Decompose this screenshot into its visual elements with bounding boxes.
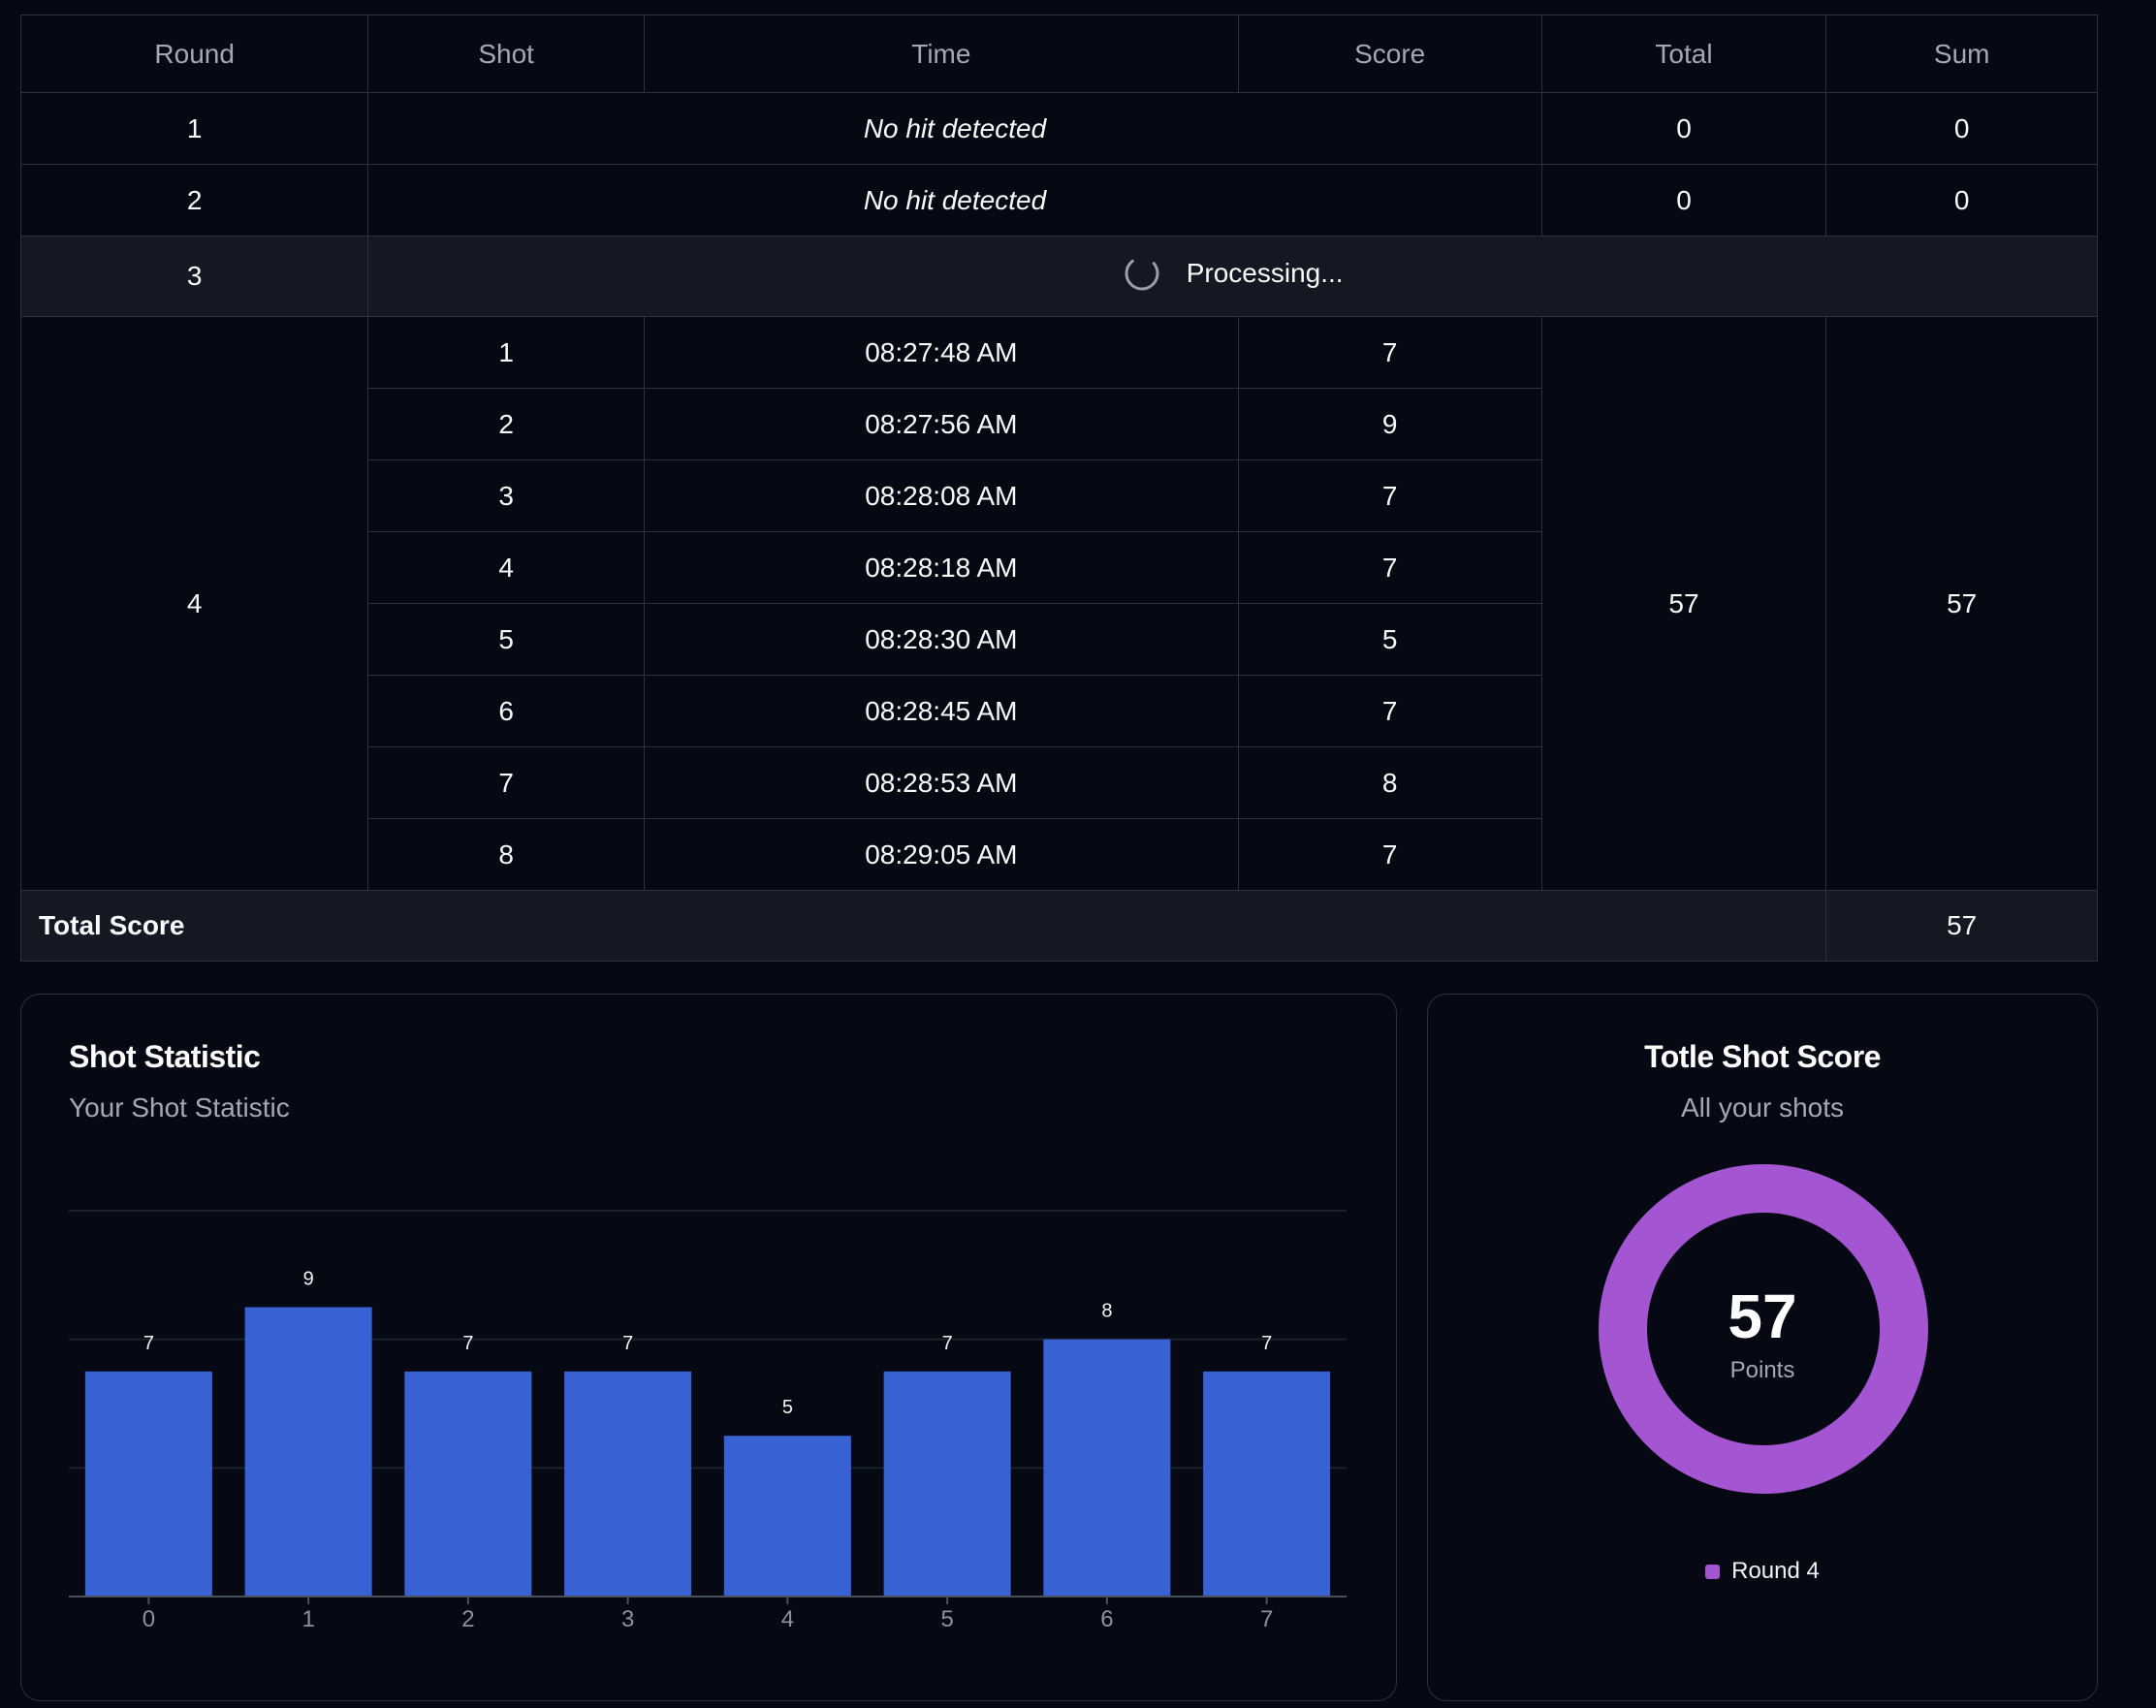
- bar-value-label: 7: [1261, 1333, 1272, 1354]
- bar: [84, 1371, 212, 1597]
- bar-value-label: 8: [1101, 1301, 1112, 1322]
- shot-time: 08:29:05 AM: [644, 818, 1239, 891]
- shot-time: 08:28:53 AM: [644, 746, 1239, 819]
- score-table: Round Shot Time Score Total Sum 1 No hit…: [19, 15, 2098, 962]
- no-hit-message: No hit detected: [367, 92, 1542, 165]
- bar: [404, 1371, 532, 1597]
- x-tick-label: 1: [301, 1606, 314, 1632]
- total-shot-score-header: Totle Shot Score All your shots: [1428, 1039, 2097, 1123]
- shot-score: 7: [1237, 316, 1542, 389]
- shot-score: 5: [1237, 603, 1542, 676]
- bar: [723, 1436, 851, 1597]
- column-header-score[interactable]: Score: [1237, 15, 1542, 93]
- round-sum: 57: [1825, 316, 2098, 891]
- legend-label: Round 4: [1731, 1558, 1820, 1584]
- shot-time: 08:28:30 AM: [644, 603, 1239, 676]
- card-subtitle: All your shots: [1680, 1092, 1845, 1123]
- card-title: Shot Statistic: [69, 1039, 261, 1074]
- processing-indicator: Processing...: [1123, 254, 1344, 293]
- bar: [244, 1307, 372, 1597]
- shot-time: 08:28:08 AM: [644, 459, 1239, 532]
- shot-score: 7: [1237, 675, 1542, 747]
- card-subtitle: Your Shot Statistic: [69, 1092, 290, 1123]
- table-row-processing: 3 Processing...: [19, 236, 2098, 317]
- x-tick-label: 0: [143, 1606, 155, 1632]
- bar: [1203, 1371, 1331, 1597]
- bar: [883, 1371, 1011, 1597]
- donut-legend[interactable]: Round 4: [1428, 1558, 2097, 1585]
- donut-center-label: 57 Points: [1428, 1285, 2097, 1384]
- bar: [1043, 1339, 1171, 1597]
- bar-value-label: 9: [303, 1269, 314, 1290]
- shot-number: 1: [367, 316, 645, 389]
- bar-value-label: 7: [622, 1333, 633, 1354]
- round-total: 0: [1540, 164, 1827, 237]
- x-tick-label: 3: [621, 1606, 634, 1632]
- round-total: 0: [1540, 92, 1827, 165]
- column-header-total[interactable]: Total: [1540, 15, 1827, 93]
- shot-number: 8: [367, 818, 645, 891]
- column-header-shot[interactable]: Shot: [367, 15, 645, 93]
- shot-time: 08:28:18 AM: [644, 531, 1239, 604]
- round-total: 57: [1540, 316, 1827, 891]
- bar: [564, 1371, 692, 1597]
- x-tick-label: 2: [461, 1606, 474, 1632]
- bar-value-label: 7: [462, 1333, 473, 1354]
- shot-number: 6: [367, 675, 645, 747]
- column-header-time[interactable]: Time: [644, 15, 1239, 93]
- shot-statistic-card: 7 0 9 1 7 2 7 3 5 4 7 5 8 6 7 7 Shot Statistic Your Sho…: [20, 994, 1397, 1701]
- table-header-row: Round Shot Time Score Total Sum: [19, 15, 2098, 93]
- shot-score: 8: [1237, 746, 1542, 819]
- round-number: 4: [19, 316, 369, 891]
- loading-spinner-icon: [1125, 256, 1159, 290]
- shot-time: 08:27:56 AM: [644, 388, 1239, 460]
- table-row: 4 1 08:27:48 AM 7 57 57: [19, 316, 2098, 891]
- total-score-label: Total Score: [19, 890, 1827, 962]
- shot-number: 5: [367, 603, 645, 676]
- shot-number: 2: [367, 388, 645, 460]
- table-row: 1 No hit detected 0 0: [19, 92, 2098, 165]
- shot-number: 4: [367, 531, 645, 604]
- round-number: 2: [19, 164, 369, 237]
- column-header-round[interactable]: Round: [19, 15, 369, 93]
- table-row: 2 No hit detected 0 0: [19, 164, 2098, 237]
- total-score-value: 57: [1825, 890, 2098, 962]
- total-score-row: Total Score 57: [19, 890, 2098, 962]
- donut-total-value: 57: [1728, 1281, 1797, 1351]
- round-number: 1: [19, 92, 369, 165]
- round-sum: 0: [1825, 164, 2098, 237]
- shot-time: 08:27:48 AM: [644, 316, 1239, 389]
- total-shot-score-card: Totle Shot Score All your shots 57 Point…: [1427, 994, 2098, 1701]
- x-tick-label: 5: [940, 1606, 953, 1632]
- processing-cell: Processing...: [367, 236, 2098, 317]
- shot-score: 7: [1237, 531, 1542, 604]
- x-tick-label: 7: [1260, 1606, 1273, 1632]
- donut-unit-label: Points: [1729, 1357, 1795, 1383]
- round-sum: 0: [1825, 92, 2098, 165]
- legend-swatch: [1705, 1565, 1721, 1579]
- round-number: 3: [19, 236, 369, 317]
- column-header-sum[interactable]: Sum: [1825, 15, 2098, 93]
- processing-label: Processing...: [1186, 257, 1344, 288]
- card-title: Totle Shot Score: [1644, 1039, 1881, 1074]
- bar-value-label: 5: [782, 1397, 793, 1418]
- shot-time: 08:28:45 AM: [644, 675, 1239, 747]
- bar-value-label: 7: [942, 1333, 953, 1354]
- shot-statistic-header: Shot Statistic Your Shot Statistic: [69, 1039, 290, 1123]
- shot-score: 7: [1237, 459, 1542, 532]
- shot-score: 7: [1237, 818, 1542, 891]
- bar-value-label: 7: [143, 1333, 154, 1354]
- x-tick-label: 4: [781, 1606, 794, 1632]
- x-tick-label: 6: [1100, 1606, 1113, 1632]
- no-hit-message: No hit detected: [367, 164, 1542, 237]
- shot-score: 9: [1237, 388, 1542, 460]
- shot-number: 7: [367, 746, 645, 819]
- shot-number: 3: [367, 459, 645, 532]
